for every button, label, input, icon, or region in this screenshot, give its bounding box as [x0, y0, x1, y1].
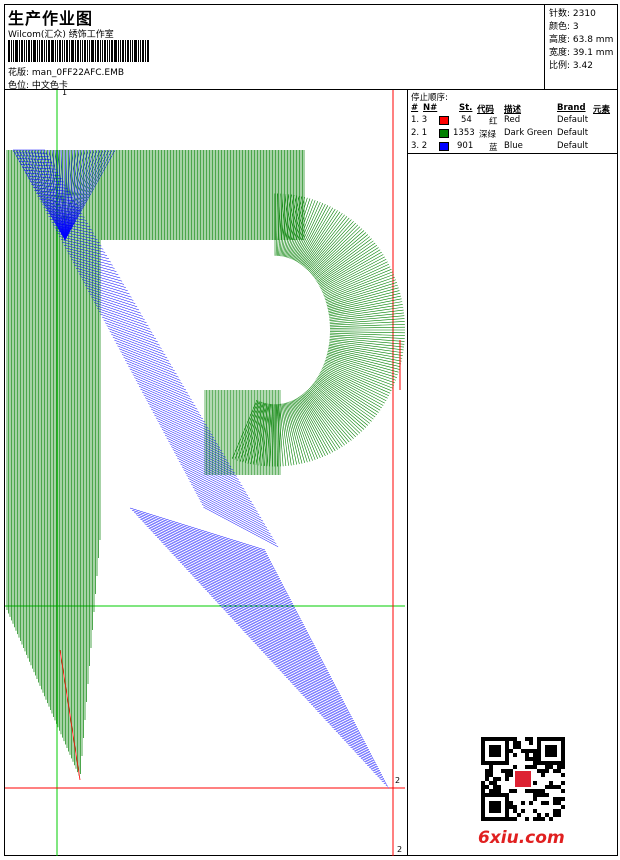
design-width: 宽度: 39.1 mm [549, 45, 613, 58]
row-description: Dark Green [504, 128, 553, 138]
green-stem [6, 150, 305, 776]
row-index: 3. 2 [411, 141, 428, 151]
table-row: 1. 3 54 红 Red Default [409, 115, 617, 128]
color-swatch [439, 116, 449, 125]
panel-divider [407, 89, 408, 856]
design-width-value: 39.1 mm [572, 48, 614, 58]
row-index: 2. 1 [411, 128, 428, 138]
page-title: 生产作业图 [8, 9, 94, 28]
scale-ratio-label: 比例: [549, 61, 573, 71]
row-stitches: 54 [461, 115, 472, 125]
row-code: 蓝 [489, 143, 498, 153]
header-needle: N# [423, 103, 438, 113]
row-brand: Default [557, 141, 589, 151]
stitch-count: 针数: 2310 [549, 6, 596, 19]
scale-ratio: 比例: 3.42 [549, 58, 593, 71]
header-brand: Brand [557, 103, 586, 113]
pattern-file: man_0FF22AFC.EMB [31, 68, 125, 78]
scale-ratio-value: 3.42 [572, 61, 593, 71]
stitch-count-label: 针数: [549, 9, 573, 19]
color-count-value: 3 [572, 22, 579, 32]
bottom-marker: 2 [397, 845, 403, 854]
header-code: 代码 [477, 105, 495, 115]
stop-sequence-title: 停止顺序: [411, 93, 448, 103]
barcode [8, 40, 196, 62]
row-code: 深绿 [479, 130, 497, 140]
row-brand: Default [557, 115, 589, 125]
header-description: 描述 [504, 105, 522, 115]
header-index: # [411, 103, 419, 113]
blue-bolt-upper [13, 149, 279, 548]
stitch-count-value: 2310 [572, 9, 596, 19]
studio-name: Wilcom(汇众) 绣饰工作室 [8, 30, 114, 40]
embroidery-design [5, 90, 405, 856]
qr-code[interactable] [481, 737, 565, 821]
row-brand: Default [557, 128, 589, 138]
row-index: 1. 3 [411, 115, 428, 125]
design-height-value: 63.8 mm [572, 35, 614, 45]
color-count-label: 颜色: [549, 22, 573, 32]
pattern-line: 花版: man_0FF22AFC.EMB [8, 65, 124, 78]
color-count: 颜色: 3 [549, 19, 579, 32]
row-stitches: 901 [457, 141, 474, 151]
header-element: 元素 [593, 105, 611, 115]
header-info: 生产作业图 Wilcom(汇众) 绣饰工作室 花版: man_0FF22AFC.… [6, 4, 542, 91]
row-description: Blue [504, 141, 523, 151]
header-stitches: St. [459, 103, 473, 113]
design-height-label: 高度: [549, 35, 573, 45]
design-width-label: 宽度: [549, 48, 573, 58]
start-marker: 1 [62, 88, 68, 97]
watermark-logo: 6xiu.com [478, 828, 565, 848]
blue-bolt-lower [129, 507, 390, 789]
stats-panel: 针数: 2310 颜色: 3 高度: 63.8 mm 宽度: 39.1 mm 比… [544, 4, 618, 90]
embroidery-canvas: 1 2 2 [5, 88, 407, 856]
color-swatch [439, 129, 449, 138]
row-code: 红 [489, 117, 498, 127]
table-row: 2. 1 1353 深绿 Dark Green Default [409, 128, 617, 141]
end-marker: 2 [395, 776, 401, 785]
row-description: Red [504, 115, 521, 125]
color-swatch [439, 142, 449, 151]
design-height: 高度: 63.8 mm [549, 32, 613, 45]
row-stitches: 1353 [453, 128, 475, 138]
table-bottom-divider [407, 153, 618, 154]
pattern-label: 花版: [8, 68, 32, 78]
